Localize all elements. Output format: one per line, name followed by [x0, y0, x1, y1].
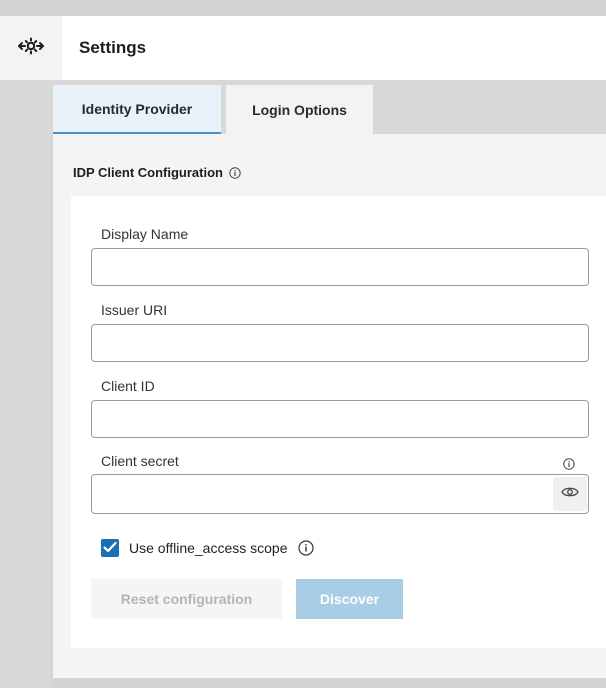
- display-name-input[interactable]: [91, 248, 589, 286]
- offline-access-label: Use offline_access scope: [129, 540, 288, 556]
- eye-icon: [561, 485, 579, 503]
- settings-icon-box[interactable]: [0, 16, 62, 80]
- display-name-label: Display Name: [101, 226, 189, 242]
- client-id-label: Client ID: [101, 378, 155, 394]
- tab-login-options[interactable]: Login Options: [226, 85, 373, 134]
- section-title: IDP Client Configuration: [73, 165, 241, 181]
- tab-identity-provider[interactable]: Identity Provider: [53, 85, 221, 134]
- offline-access-info-icon[interactable]: [297, 540, 314, 556]
- settings-gear-arrows-icon: [16, 33, 46, 64]
- client-secret-info-icon[interactable]: [563, 457, 575, 470]
- discover-button[interactable]: Discover: [296, 579, 403, 619]
- checkmark-icon: [103, 540, 117, 556]
- offline-access-checkbox[interactable]: [101, 539, 119, 557]
- tab-label: Identity Provider: [81, 100, 193, 117]
- page-title: Settings: [79, 38, 147, 57]
- reset-configuration-button[interactable]: Reset configuration: [91, 579, 282, 619]
- settings-header: Settings: [0, 16, 606, 80]
- client-secret-field: [91, 474, 589, 514]
- toggle-secret-visibility-button[interactable]: [553, 477, 587, 511]
- client-secret-input[interactable]: [92, 475, 548, 513]
- client-secret-label: Client secret: [101, 453, 179, 469]
- tab-label: Login Options: [252, 101, 347, 118]
- top-strip: [0, 0, 606, 16]
- issuer-uri-label: Issuer URI: [101, 302, 168, 318]
- settings-panel: IDP Client Configuration Display Name Is…: [53, 134, 606, 678]
- tab-bar: Identity Provider Login Options: [51, 80, 606, 134]
- idp-config-card: Display Name Issuer URI Client ID Client…: [71, 196, 606, 648]
- offline-access-row: Use offline_access scope: [101, 539, 314, 557]
- issuer-uri-input[interactable]: [91, 324, 589, 362]
- left-gutter: [0, 80, 51, 688]
- client-id-input[interactable]: [91, 400, 589, 438]
- section-title-text: IDP Client Configuration: [73, 165, 223, 180]
- info-icon[interactable]: [229, 167, 241, 179]
